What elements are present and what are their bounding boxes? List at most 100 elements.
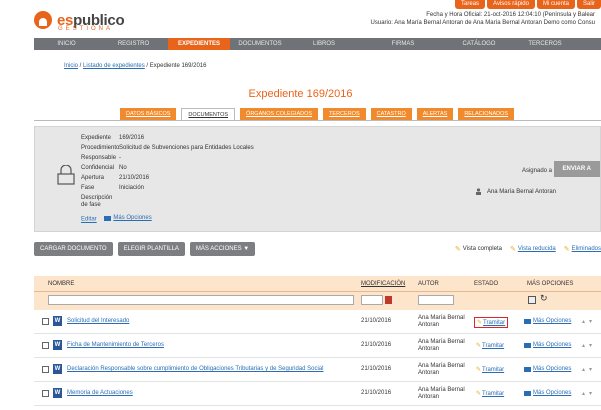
field-value-responsable: -: [119, 155, 121, 161]
row-mas-opciones[interactable]: Más Opciones: [524, 390, 571, 396]
table-header: NOMBRE MODIFICACIÓN AUTOR ESTADO MÁS OPC…: [34, 276, 601, 292]
logo-subtitle: GESTIONA: [58, 26, 114, 32]
field-label-apertura: Apertura: [81, 175, 105, 181]
tab-documentos[interactable]: DOCUMENTOS: [181, 108, 236, 120]
nombre-filter-input[interactable]: [48, 295, 354, 305]
header-modificacion[interactable]: MODIFICACIÓN: [361, 281, 405, 287]
tramitar-icon: ✎: [476, 343, 482, 349]
mas-acciones-button[interactable]: MÁS ACCIONES ▼: [189, 242, 256, 256]
filter-clear-icon[interactable]: [528, 296, 536, 304]
field-value-procedimiento: Solicitud de Subvenciones para Entidades…: [119, 145, 254, 151]
document-name-link[interactable]: Ficha de Mantenimiento de Terceros: [67, 342, 164, 348]
breadcrumb-inicio[interactable]: Inicio: [64, 63, 78, 69]
row-order-arrows[interactable]: ▴▾: [582, 390, 596, 397]
tramitar-action[interactable]: ✎ Tramitar: [474, 365, 506, 374]
tab-catastro[interactable]: CATASTRO: [370, 108, 412, 120]
user-icon: [475, 188, 481, 195]
row-checkbox[interactable]: [42, 366, 49, 373]
document-author: Ana María Bernal Antoran: [418, 339, 465, 352]
page-title: Expediente 169/2016: [248, 88, 353, 100]
field-label-descripcion-fase: Descripción de fase: [81, 195, 113, 208]
nav-inicio[interactable]: INICIO: [34, 38, 99, 50]
assignee: Ana María Bernal Antoran: [475, 188, 556, 195]
table-row: W Solicitud del Interesado 21/10/2016 An…: [34, 310, 601, 334]
nav-expedientes[interactable]: EXPEDIENTES: [168, 38, 230, 50]
document-name-link[interactable]: Declaración Responsable sobre cumplimien…: [67, 366, 323, 372]
asignado-label: Asignado a: [521, 168, 552, 174]
row-checkbox[interactable]: [42, 342, 49, 349]
editar-link[interactable]: Editar: [81, 217, 97, 223]
field-value-expediente: 169/2016: [119, 135, 145, 141]
field-label-expediente: Expediente: [81, 135, 112, 141]
refresh-icon[interactable]: ↻: [540, 293, 548, 304]
header-mas-opciones: MÁS OPCIONES: [527, 281, 574, 287]
vista-reducida[interactable]: ✎ Vista reducida: [510, 245, 556, 253]
document-date: 21/10/2016: [361, 390, 392, 396]
document-name-link[interactable]: Solicitud del Interesado: [67, 318, 129, 324]
mas-opciones-panel[interactable]: Más Opciones: [104, 215, 152, 221]
breadcrumb-current: Expediente 169/2016: [149, 63, 207, 69]
nav-terceros[interactable]: TERCEROS: [510, 38, 580, 50]
tabs: DATOS BÁSICOS DOCUMENTOS ÓRGANOS COLEGIA…: [120, 108, 515, 120]
mas-opciones-icon: [524, 318, 531, 324]
elegir-plantilla-button[interactable]: ELEGIR PLANTILLA: [117, 242, 185, 256]
autor-filter-input[interactable]: [418, 295, 454, 305]
tareas-button[interactable]: Tareas: [455, 0, 486, 9]
expediente-info-panel: Expediente 169/2016 Procedimiento Solici…: [34, 126, 601, 232]
vista-reducida-icon: ✎: [509, 246, 516, 253]
tab-terceros[interactable]: TERCEROS: [323, 108, 366, 120]
header-estado: ESTADO: [474, 281, 499, 287]
nav-libros[interactable]: LIBROS: [290, 38, 358, 50]
nav-documentos[interactable]: DOCUMENTOS: [230, 38, 290, 50]
tab-datos-basicos[interactable]: DATOS BÁSICOS: [120, 108, 177, 120]
filter-row: ↻: [34, 292, 601, 310]
nav-firmas[interactable]: FIRMAS: [358, 38, 448, 50]
tramitar-action[interactable]: ✎ Tramitar: [474, 317, 509, 328]
word-icon: W: [53, 316, 62, 326]
field-label-fase: Fase: [81, 185, 95, 191]
document-author: Ana María Bernal Antoran: [418, 363, 465, 376]
table-row: W Ficha de Mantenimiento de Terceros 21/…: [34, 334, 601, 358]
tab-alertas[interactable]: ALERTAS: [416, 108, 454, 120]
row-order-arrows[interactable]: ▴▾: [582, 366, 596, 373]
row-checkbox[interactable]: [42, 318, 49, 325]
document-date: 21/10/2016: [361, 342, 392, 348]
document-author: Ana María Bernal Antoran: [418, 387, 465, 400]
tab-relacionados[interactable]: RELACIONADOS: [458, 108, 515, 120]
field-value-fase: Iniciación: [119, 185, 145, 191]
field-label-confidencial: Confidencial: [81, 165, 115, 171]
row-checkbox[interactable]: [42, 390, 49, 397]
nav-registro[interactable]: REGISTRO: [99, 38, 168, 50]
document-author: Ana María Bernal Antoran: [418, 315, 465, 328]
breadcrumb-listado[interactable]: Listado de expedientes: [83, 63, 145, 69]
row-mas-opciones[interactable]: Más Opciones: [524, 318, 571, 324]
nav-catalogo[interactable]: CATÁLOGO: [448, 38, 510, 50]
avisos-button[interactable]: Avisos rápido: [487, 0, 535, 9]
eliminados-icon: ✎: [563, 246, 570, 253]
tramitar-action[interactable]: ✎ Tramitar: [474, 389, 506, 398]
tabs-divider: [34, 120, 601, 121]
word-icon: W: [53, 388, 62, 398]
mas-opciones-panel-link[interactable]: Más Opciones: [113, 215, 151, 221]
calendar-icon[interactable]: [385, 296, 392, 304]
tramitar-action[interactable]: ✎ Tramitar: [474, 341, 506, 350]
vista-completa[interactable]: ✎ Vista completa: [455, 245, 502, 253]
document-name-link[interactable]: Memoria de Actuaciones: [67, 390, 133, 396]
mi-cuenta-button[interactable]: Mi cuenta: [536, 0, 575, 9]
salir-button[interactable]: Salir: [576, 0, 601, 9]
document-date: 21/10/2016: [361, 366, 392, 372]
eliminados[interactable]: ✎ Eliminados: [564, 245, 601, 253]
row-order-arrows[interactable]: ▴▾: [582, 342, 596, 349]
row-order-arrows[interactable]: ▴▾: [582, 318, 596, 325]
enviar-a-button[interactable]: ENVIAR A: [553, 161, 600, 177]
field-label-responsable: Responsable: [81, 155, 117, 161]
cargar-documento-button[interactable]: CARGAR DOCUMENTO: [34, 242, 113, 256]
tab-organos-colegiados[interactable]: ÓRGANOS COLEGIADOS: [240, 108, 319, 120]
mas-opciones-icon: [524, 366, 531, 372]
user-info: Fecha y Hora Oficial: 21-oct-2016 12:04:…: [371, 11, 595, 27]
fecha-filter-input[interactable]: [361, 295, 383, 305]
row-mas-opciones[interactable]: Más Opciones: [524, 342, 571, 348]
mas-opciones-icon: [104, 215, 112, 221]
logo-mark-icon: [34, 11, 52, 29]
row-mas-opciones[interactable]: Más Opciones: [524, 366, 571, 372]
